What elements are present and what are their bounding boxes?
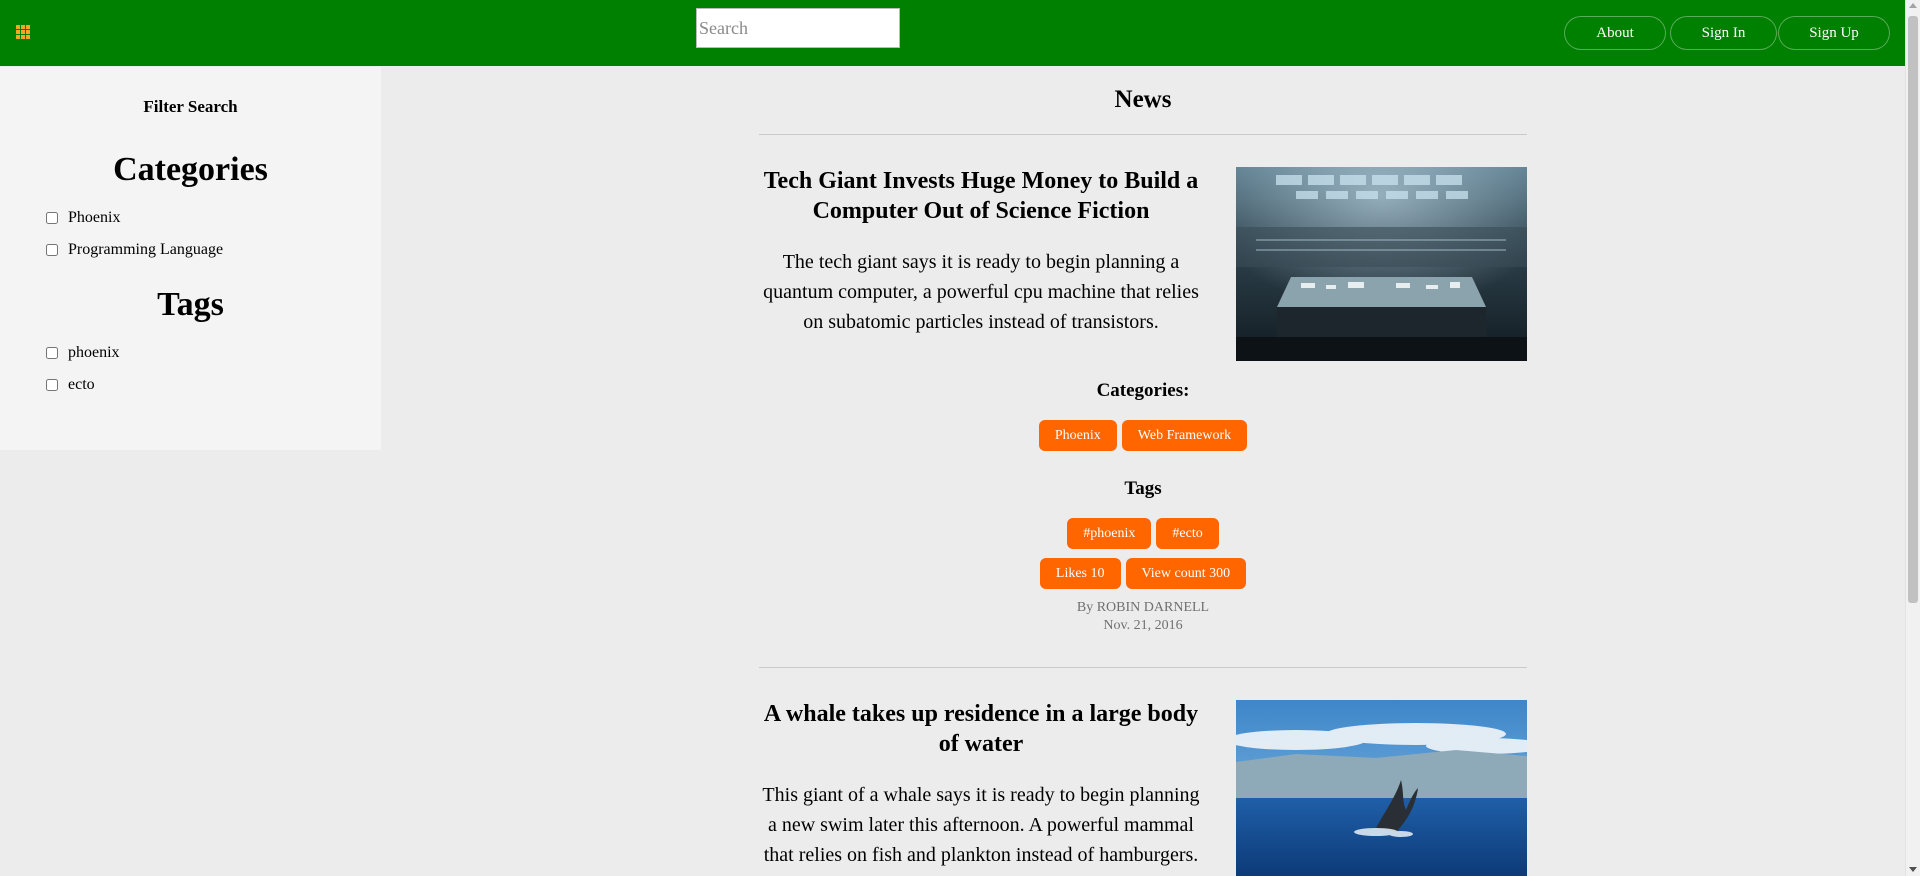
view-count-badge[interactable]: View count 300 xyxy=(1125,558,1247,589)
grid-menu-icon[interactable] xyxy=(16,25,30,39)
category-filter-phoenix[interactable]: Phoenix xyxy=(46,209,120,227)
article-image-control-room[interactable] xyxy=(1236,167,1527,361)
scroll-down-arrow-icon[interactable] xyxy=(1909,867,1917,872)
article-stats: Likes 10 View count 300 xyxy=(759,558,1527,589)
sign-up-button[interactable]: Sign Up xyxy=(1778,16,1890,50)
scroll-up-arrow-icon[interactable] xyxy=(1909,3,1917,8)
tag-label: ecto xyxy=(68,376,95,393)
article-image-whale[interactable] xyxy=(1236,700,1527,876)
article-tags-heading: Tags xyxy=(1124,478,1162,499)
article-author: By ROBIN DARNELL xyxy=(1076,600,1210,615)
category-checkbox[interactable] xyxy=(46,212,58,224)
tag-label: phoenix xyxy=(68,344,120,361)
tag-filter-ecto[interactable]: ecto xyxy=(46,376,95,394)
tag-pill-ecto[interactable]: #ecto xyxy=(1156,518,1219,549)
tag-filter-phoenix[interactable]: phoenix xyxy=(46,344,120,362)
tag-pill-phoenix[interactable]: #phoenix xyxy=(1067,518,1152,549)
about-button[interactable]: About xyxy=(1564,16,1666,50)
filter-search-title: Filter Search xyxy=(143,97,238,116)
divider xyxy=(759,667,1527,668)
category-checkbox[interactable] xyxy=(46,244,58,256)
tag-checkbox[interactable] xyxy=(46,379,58,391)
categories-heading: Categories xyxy=(113,151,268,188)
article-categories-heading: Categories: xyxy=(1096,380,1190,401)
article-date: Nov. 21, 2016 xyxy=(1103,618,1183,633)
article-category-list: Phoenix Web Framework xyxy=(759,420,1527,451)
article-tag-list: #phoenix #ecto xyxy=(759,518,1527,549)
category-pill-web-framework[interactable]: Web Framework xyxy=(1121,420,1248,451)
scrollbar-thumb[interactable] xyxy=(1908,16,1918,603)
article-title[interactable]: Tech Giant Invests Huge Money to Build a… xyxy=(759,166,1203,226)
category-label: Programming Language xyxy=(68,241,224,258)
category-label: Phoenix xyxy=(68,209,121,226)
category-pill-phoenix[interactable]: Phoenix xyxy=(1038,420,1117,451)
page-scrollbar[interactable] xyxy=(1905,0,1920,876)
tag-checkbox[interactable] xyxy=(46,347,58,359)
article-summary: The tech giant says it is ready to begin… xyxy=(763,251,1199,333)
top-navbar: About Sign In Sign Up xyxy=(0,0,1905,66)
page-title: News xyxy=(1114,86,1172,113)
sign-in-button[interactable]: Sign In xyxy=(1670,16,1777,50)
article-summary: This giant of a whale says it is ready t… xyxy=(762,784,1200,866)
tags-heading: Tags xyxy=(157,286,224,323)
search-input[interactable] xyxy=(696,8,900,48)
divider xyxy=(759,134,1527,135)
category-filter-programming-language[interactable]: Programming Language xyxy=(46,241,223,259)
likes-button[interactable]: Likes 10 xyxy=(1039,558,1121,589)
article-title[interactable]: A whale takes up residence in a large bo… xyxy=(759,699,1203,759)
article-byline: By ROBIN DARNELL Nov. 21, 2016 xyxy=(759,599,1527,635)
filter-sidebar: Filter Search Categories Phoenix Program… xyxy=(0,67,381,450)
